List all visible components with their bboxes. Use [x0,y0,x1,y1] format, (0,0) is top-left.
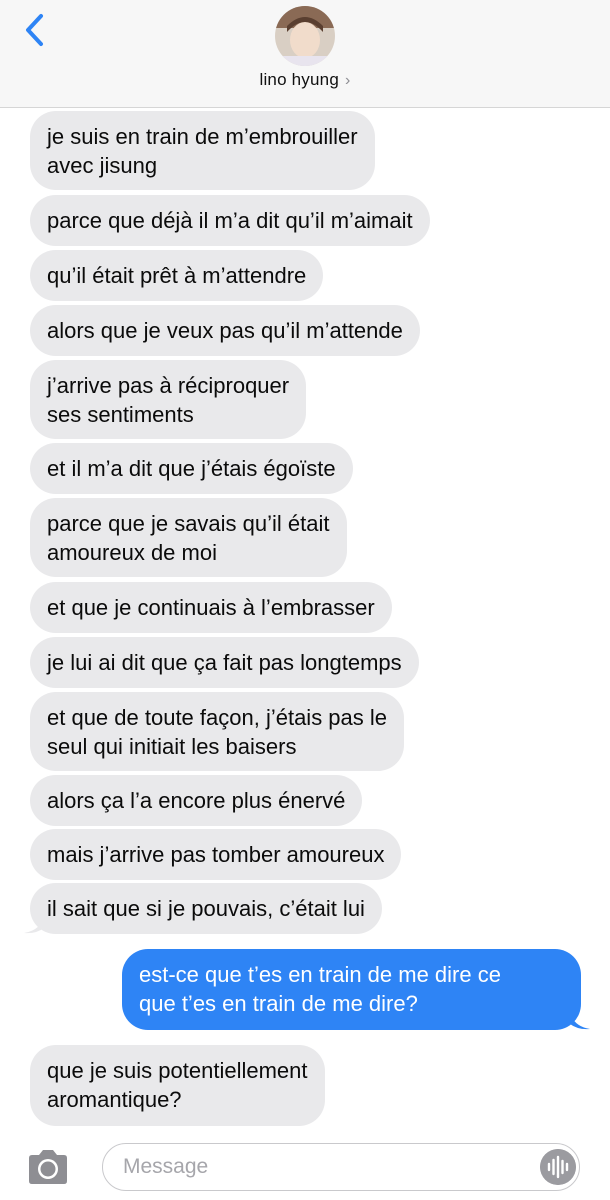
bubble-tail [24,914,44,934]
received-message-bubble[interactable]: il sait que si je pouvais, c’était lui [30,883,382,934]
message-text: que je suis potentiellement aromantique? [47,1058,308,1112]
received-message-bubble[interactable]: et il m’a dit que j’étais égoïste [30,443,353,494]
message-text: et il m’a dit que j’étais égoïste [47,456,336,481]
received-message-bubble[interactable]: que je suis potentiellement aromantique? [30,1045,325,1126]
message-text: je suis en train de m’embrouiller avec j… [47,124,358,178]
received-message-bubble[interactable]: alors ça l’a encore plus énervé [30,775,363,826]
contact-avatar[interactable] [275,6,335,66]
message-text: alors que je veux pas qu’il m’attende [47,318,403,343]
chevron-left-icon[interactable] [22,12,50,50]
message-input[interactable]: Message [102,1143,580,1191]
message-text: parce que je savais qu’il était amoureux… [47,511,330,565]
received-message-bubble[interactable]: qu’il était prêt à m’attendre [30,250,324,301]
received-message-bubble[interactable]: et que de toute façon, j’étais pas le se… [30,692,405,771]
contact-name[interactable]: lino hyung [259,70,339,89]
conversation-header: lino hyung › [0,0,610,108]
message-text: et que je continuais à l’embrasser [47,595,375,620]
message-text: il sait que si je pouvais, c’était lui [47,896,365,921]
received-message-bubble[interactable]: mais j’arrive pas tomber amoureux [30,829,402,880]
received-message-bubble[interactable]: j’arrive pas à réciproquer ses sentiment… [30,360,307,439]
message-text: je lui ai dit que ça fait pas longtemps [47,650,402,675]
message-text: mais j’arrive pas tomber amoureux [47,842,385,867]
received-message-bubble[interactable]: parce que déjà il m’a dit qu’il m’aimait [30,195,430,246]
message-text: est-ce que t’es en train de me dire ce q… [139,962,501,1016]
message-text: parce que déjà il m’a dit qu’il m’aimait [47,208,413,233]
audio-waveform-icon[interactable] [540,1149,576,1185]
contact-name-row[interactable]: lino hyung › [0,70,610,90]
received-message-bubble[interactable]: je suis en train de m’embrouiller avec j… [30,111,375,190]
chevron-right-icon: › [344,72,351,89]
received-message-bubble[interactable]: parce que je savais qu’il était amoureux… [30,498,347,577]
sent-message-bubble[interactable]: est-ce que t’es en train de me dire ce q… [122,949,581,1030]
received-message-bubble[interactable]: et que je continuais à l’embrasser [30,582,392,633]
bubble-tail [570,1010,590,1030]
message-text: j’arrive pas à réciproquer ses sentiment… [47,373,290,427]
message-text: qu’il était prêt à m’attendre [47,263,307,288]
message-text: et que de toute façon, j’étais pas le se… [47,705,388,759]
message-input-placeholder: Message [123,1155,209,1178]
camera-icon[interactable] [25,1148,71,1186]
message-text: alors ça l’a encore plus énervé [47,788,346,813]
received-message-bubble[interactable]: alors que je veux pas qu’il m’attende [30,305,420,356]
received-message-bubble[interactable]: je lui ai dit que ça fait pas longtemps [30,637,419,688]
